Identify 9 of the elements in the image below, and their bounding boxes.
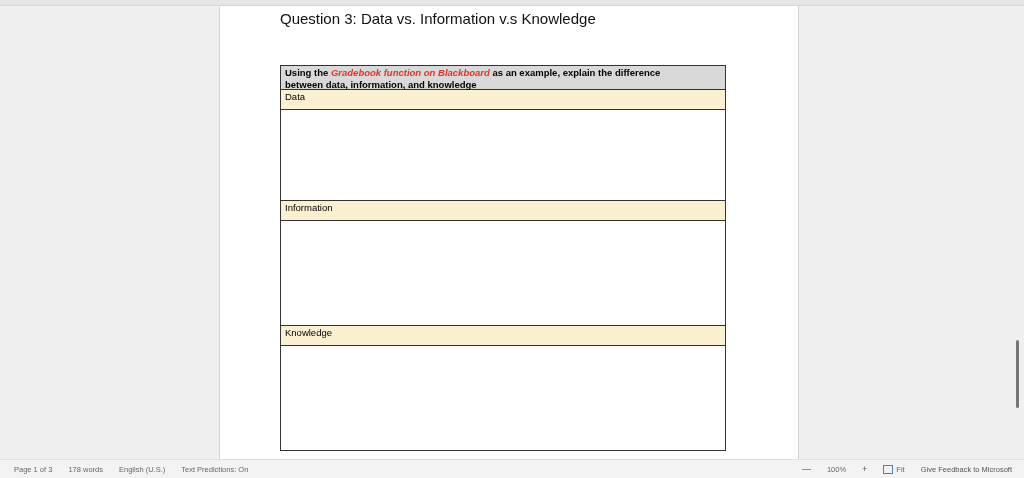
zoom-in-button[interactable]: +: [862, 464, 868, 474]
section-label: Knowledge: [281, 326, 725, 346]
section-label: Data: [281, 90, 725, 110]
section-label: Information: [281, 201, 725, 221]
table-header: Using the Gradebook function on Blackboard as an example, explain the difference between data, information, and knowledge: [281, 66, 725, 90]
scrollbar-thumb[interactable]: [1016, 340, 1019, 408]
fit-icon: [883, 464, 894, 474]
zoom-out-button[interactable]: —: [801, 464, 811, 474]
question-title: Question 3: Data vs. Information v.s Knowledge: [280, 10, 597, 27]
